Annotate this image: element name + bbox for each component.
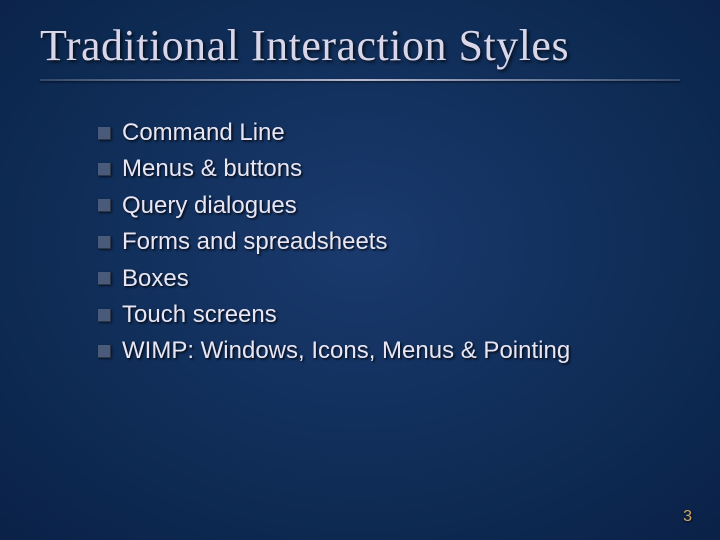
square-bullet-icon xyxy=(98,127,111,140)
list-item: Menus & buttons xyxy=(98,153,680,185)
bullet-text: Command Line xyxy=(122,117,285,149)
square-bullet-icon xyxy=(98,345,111,358)
bullet-text: Touch screens xyxy=(122,299,277,331)
list-item: Boxes xyxy=(98,263,680,295)
list-item: Forms and spreadsheets xyxy=(98,226,680,258)
square-bullet-icon xyxy=(98,272,111,285)
square-bullet-icon xyxy=(98,236,111,249)
square-bullet-icon xyxy=(98,309,111,322)
list-item: Query dialogues xyxy=(98,190,680,222)
list-item: WIMP: Windows, Icons, Menus & Pointing xyxy=(98,335,680,367)
slide: Traditional Interaction Styles Command L… xyxy=(0,0,720,540)
slide-body: Command Line Menus & buttons Query dialo… xyxy=(40,117,680,368)
bullet-text: Boxes xyxy=(122,263,189,295)
bullet-text: Query dialogues xyxy=(122,190,297,222)
list-item: Command Line xyxy=(98,117,680,149)
page-number: 3 xyxy=(683,508,692,526)
square-bullet-icon xyxy=(98,199,111,212)
bullet-text: WIMP: Windows, Icons, Menus & Pointing xyxy=(122,335,570,367)
title-underline xyxy=(40,79,680,81)
list-item: Touch screens xyxy=(98,299,680,331)
slide-title: Traditional Interaction Styles xyxy=(40,20,680,71)
title-area: Traditional Interaction Styles xyxy=(40,20,680,87)
bullet-text: Forms and spreadsheets xyxy=(122,226,387,258)
square-bullet-icon xyxy=(98,163,111,176)
bullet-text: Menus & buttons xyxy=(122,153,302,185)
